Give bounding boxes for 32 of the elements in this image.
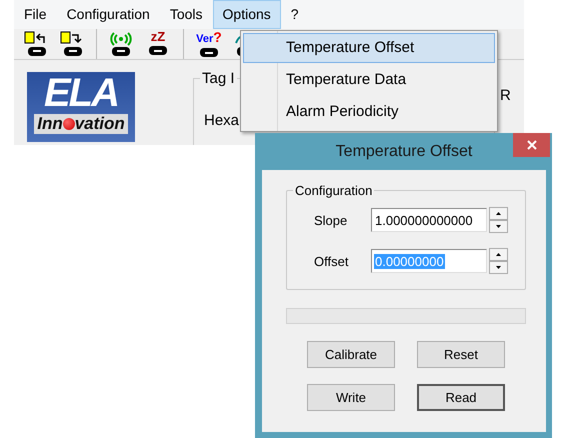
up-arrow-icon xyxy=(496,212,501,215)
menu-item[interactable]: File xyxy=(14,0,57,29)
field-label: Slope xyxy=(314,212,348,228)
menu-item[interactable]: Alarm Periodicity xyxy=(243,97,495,127)
down-arrow-icon xyxy=(496,266,501,269)
down-arrow-icon xyxy=(496,225,501,228)
menu-item[interactable]: Options xyxy=(212,0,281,29)
logo: ELA Inn vation xyxy=(27,72,135,142)
menu-item[interactable]: Temperature Data xyxy=(243,65,495,95)
row-label: Hexa xyxy=(204,112,240,129)
dialog-button[interactable]: Reset xyxy=(417,341,505,368)
dialog-button[interactable]: Calibrate xyxy=(307,341,395,368)
menu-item[interactable]: Temperature Offset xyxy=(243,33,495,63)
document-arrow-icon[interactable] xyxy=(24,31,48,57)
dialog-button[interactable]: Read xyxy=(417,384,505,411)
menu-item[interactable]: Tools xyxy=(160,0,213,29)
window-title: Temperature Offset xyxy=(336,142,472,160)
menu-item[interactable]: Configuration xyxy=(56,0,160,29)
column-label: R xyxy=(500,87,511,104)
spin-buttons[interactable] xyxy=(489,248,508,274)
field-label: Offset xyxy=(314,254,350,268)
document-arrow-icon[interactable] xyxy=(60,31,84,57)
close-button[interactable] xyxy=(513,133,550,157)
input-field[interactable]: 1.000000000000 xyxy=(371,208,487,232)
close-icon xyxy=(526,140,536,150)
group-title: Tag I xyxy=(200,70,237,87)
up-arrow-icon xyxy=(496,253,501,256)
spin-buttons[interactable] xyxy=(489,207,508,233)
menu-item[interactable]: ? xyxy=(280,0,309,29)
wireless-icon[interactable] xyxy=(109,31,133,57)
group-title: Configuration xyxy=(293,183,374,198)
dialog-button[interactable]: Write xyxy=(307,384,395,411)
